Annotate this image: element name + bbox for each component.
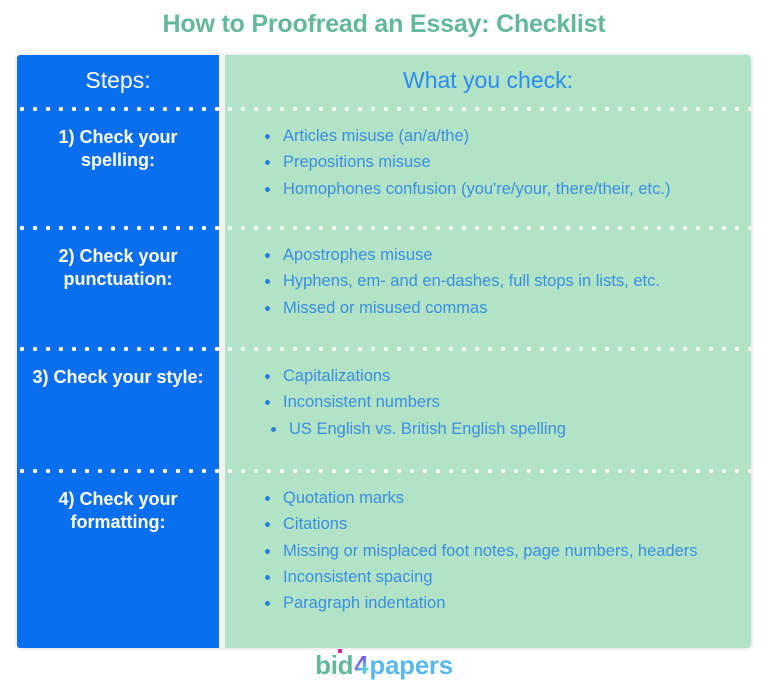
list-item: US English vs. British English spelling	[263, 417, 735, 441]
list-item: Inconsistent spacing	[263, 565, 735, 589]
brand-logo: bid 4papers	[0, 649, 768, 680]
checks-header-label: What you check:	[402, 67, 574, 93]
logo-prefix-label: bid	[315, 650, 354, 680]
step-cell-2: 2) Check your punctuation:	[17, 231, 219, 346]
steps-header-label: Steps:	[85, 67, 151, 93]
list-item: Homophones confusion (you're/your, there…	[263, 177, 735, 201]
list-item: Inconsistent numbers	[263, 390, 735, 414]
list-item: Missing or misplaced foot notes, page nu…	[263, 539, 735, 563]
step-label-4: 4) Check your formatting:	[58, 489, 178, 533]
checklist-table: Steps: 1) Check your spelling: 2) Check …	[17, 55, 751, 648]
step-cell-4: 4) Check your formatting:	[17, 474, 219, 648]
check-cell-4: Quotation marks Citations Missing or mis…	[225, 474, 751, 648]
step-cell-1: 1) Check your spelling:	[17, 112, 219, 225]
list-item: Articles misuse (an/a/the)	[263, 124, 735, 148]
list-item: Apostrophes misuse	[263, 243, 735, 267]
list-item: Missed or misused commas	[263, 296, 735, 320]
step-label-1: 1) Check your spelling:	[58, 127, 178, 171]
check-cell-2: Apostrophes misuse Hyphens, em- and en-d…	[225, 231, 751, 346]
checks-column-header: What you check:	[225, 55, 751, 106]
check-cell-3: Capitalizations Inconsistent numbers US …	[225, 352, 751, 468]
logo-numeral-four: 4	[354, 650, 369, 680]
check-list-3: Capitalizations Inconsistent numbers US …	[263, 364, 735, 441]
page-title: How to Proofread an Essay: Checklist	[162, 10, 606, 38]
list-item: Hyphens, em- and en-dashes, full stops i…	[263, 269, 735, 293]
check-list-4: Quotation marks Citations Missing or mis…	[263, 486, 735, 615]
proofreading-checklist-infographic: How to Proofread an Essay: Checklist Ste…	[0, 0, 768, 694]
step-cell-3: 3) Check your style:	[17, 352, 219, 468]
list-item: Citations	[263, 512, 735, 536]
list-item: Prepositions misuse	[263, 150, 735, 174]
check-list-2: Apostrophes misuse Hyphens, em- and en-d…	[263, 243, 735, 320]
checklist-table-body: Steps: 1) Check your spelling: 2) Check …	[17, 55, 751, 648]
list-item: Capitalizations	[263, 364, 735, 388]
step-label-3: 3) Check your style:	[32, 367, 204, 387]
check-cell-1: Articles misuse (an/a/the) Prepositions …	[225, 112, 751, 225]
check-list-1: Articles misuse (an/a/the) Prepositions …	[263, 124, 735, 201]
steps-column-header: Steps:	[17, 55, 219, 106]
step-label-2: 2) Check your punctuation:	[58, 246, 178, 290]
logo-prefix-text: bid	[315, 649, 354, 680]
logo-suffix-label: papers	[369, 650, 453, 680]
checks-column: What you check: Articles misuse (an/a/th…	[225, 55, 751, 648]
steps-column: Steps: 1) Check your spelling: 2) Check …	[17, 55, 219, 648]
list-item: Quotation marks	[263, 486, 735, 510]
list-item: Paragraph indentation	[263, 591, 735, 615]
logo-i-dot-accent	[337, 649, 342, 653]
